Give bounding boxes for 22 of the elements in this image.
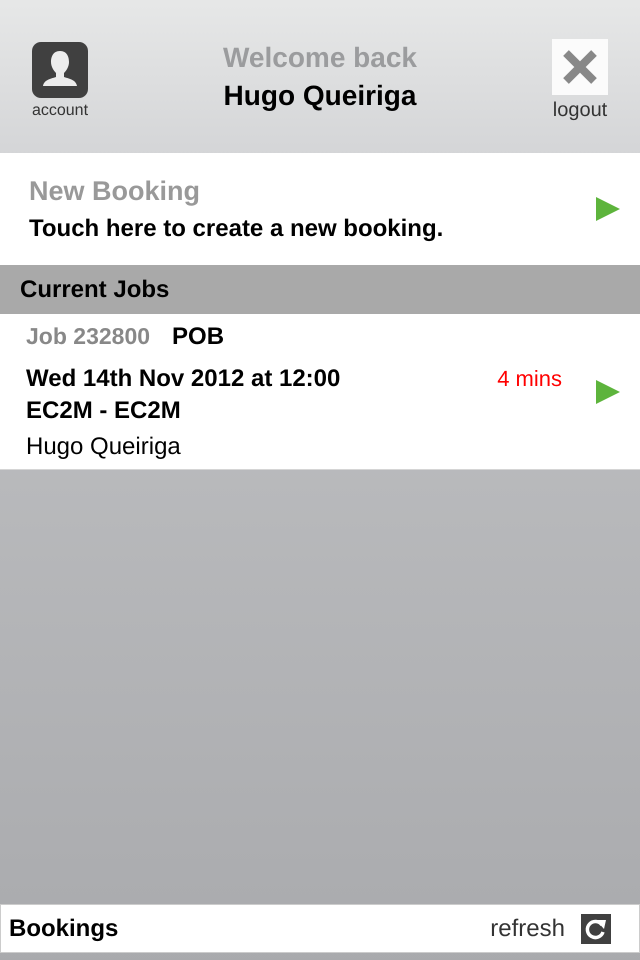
play-icon[interactable] [596,380,620,404]
close-icon[interactable] [552,39,608,95]
job-status: POB [172,322,224,350]
job-route: EC2M - EC2M [26,396,181,424]
account-label: account [32,102,88,120]
refresh-icon[interactable] [581,914,611,944]
new-booking-item[interactable]: New Booking Touch here to create a new booking. [0,153,640,265]
logout-label: logout [552,99,608,122]
job-item[interactable]: Job 232800 POB Wed 14th Nov 2012 at 12:00 4 mins EC2M - EC2M Hugo Queiriga [0,314,640,470]
welcome-text: Welcome back [222,42,418,74]
job-eta: 4 mins [497,366,562,392]
account-button[interactable] [32,42,88,98]
section-title: Current Jobs [20,276,170,304]
play-icon[interactable] [596,197,620,221]
user-name: Hugo Queiriga [224,80,416,112]
new-booking-title: New Booking [29,176,202,206]
refresh-button[interactable]: refresh [490,914,611,944]
new-booking-hint: Touch here to create a new booking. [29,214,444,242]
passenger-name: Hugo Queiriga [26,432,181,460]
job-number: Job 232800 [26,322,150,350]
job-datetime: Wed 14th Nov 2012 at 12:00 [26,364,340,392]
bookings-title: Bookings [9,914,120,942]
